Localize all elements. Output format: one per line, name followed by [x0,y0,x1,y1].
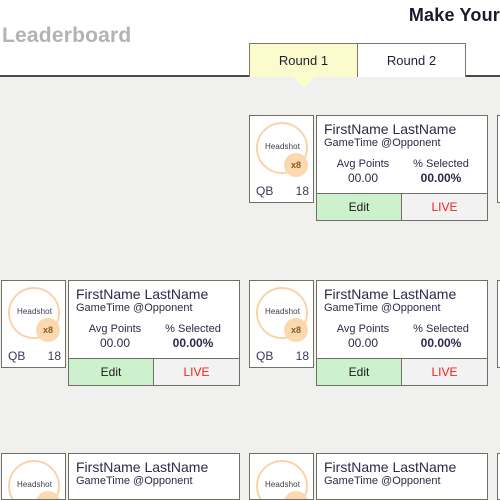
player-card[interactable]: Headshot x8 QB 18 FirstName LastName Gam… [1,280,240,386]
app-header: Make Your Leaderboard Round 1 Round 2 [0,0,500,88]
headshot-placeholder-label: Headshot [264,142,301,151]
player-card[interactable]: Headshot x8 QB 18 FirstName LastName Gam… [249,280,488,386]
headshot-placeholder-label: Headshot [16,480,53,489]
player-info-box: FirstName LastName GameTime @Opponent Av… [68,280,240,386]
player-card[interactable]: Headshot x8 FirstName LastName GameTime … [249,453,488,500]
stat-avg-points-value: 00.00 [99,336,131,351]
player-stats: Avg Points 00.00 % Selected 00.00% [76,322,232,355]
headshot-box: Headshot x8 [1,453,66,500]
player-info-top: FirstName LastName GameTime @Opponent [69,454,239,492]
player-jersey-number: 18 [295,184,309,198]
player-name: FirstName LastName [324,459,457,475]
position-row: QB 18 [250,349,313,363]
tab-round-2[interactable]: Round 2 [357,43,466,77]
round-tabs: Round 1 Round 2 [249,43,466,88]
stat-pct-selected-value: 00.00% [420,171,462,186]
stat-pct-selected-label: % Selected [165,322,221,335]
stat-avg-points-value: 00.00 [347,171,379,186]
player-info-box: FirstName LastName GameTime @Opponent [316,453,488,500]
stat-pct-selected-value: 00.00% [172,336,214,351]
card-actions: Edit LIVE [317,357,487,385]
headshot-placeholder-label: Headshot [264,480,301,489]
player-jersey-number: 18 [295,349,309,363]
player-info-top: FirstName LastName GameTime @Opponent Av… [69,281,239,358]
stat-avg-points: Avg Points 00.00 [324,157,402,187]
page-title: Make Your [408,5,500,25]
player-position: QB [8,349,26,363]
player-game-line: GameTime @Opponent [324,475,441,488]
edit-button[interactable]: Edit [317,358,402,385]
player-info-top: FirstName LastName GameTime @Opponent Av… [317,116,487,193]
stat-pct-selected-label: % Selected [413,157,469,170]
stat-pct-selected-label: % Selected [413,322,469,335]
stat-pct-selected: % Selected 00.00% [154,322,232,352]
stat-pct-selected: % Selected 00.00% [402,157,480,187]
player-board: Headshot x8 QB 18 FirstName LastName Gam… [0,77,500,500]
player-row: Headshot x8 QB 18 FirstName LastName Gam… [0,280,500,386]
live-button[interactable]: LIVE [402,193,487,220]
headshot-box: Headshot x8 [249,453,314,500]
tab-round-1-label: Round 1 [278,53,329,68]
player-info-box: FirstName LastName GameTime @Opponent Av… [316,280,488,386]
position-row: QB 18 [2,349,65,363]
player-row: Headshot x8 QB 18 FirstName LastName Gam… [0,115,500,221]
player-position: QB [256,184,274,198]
multiplier-badge: x8 [284,153,308,177]
player-name: FirstName LastName [76,459,209,475]
player-info-top: FirstName LastName GameTime @Opponent [317,454,487,492]
stat-avg-points-label: Avg Points [336,157,390,170]
stat-pct-selected: % Selected 00.00% [402,322,480,352]
stat-avg-points-label: Avg Points [88,322,142,335]
player-stats: Avg Points 00.00 % Selected 00.00% [324,157,480,190]
stat-pct-selected-value: 00.00% [420,336,462,351]
headshot-box: Headshot x8 QB 18 [249,115,314,203]
headshot-box: Headshot x8 QB 18 [249,280,314,368]
card-actions: Edit LIVE [69,357,239,385]
player-row: Headshot x8 FirstName LastName GameTime … [0,453,500,500]
position-row: QB 18 [250,184,313,198]
live-button[interactable]: LIVE [402,358,487,385]
card-actions: Edit LIVE [317,192,487,220]
multiplier-badge: x8 [284,318,308,342]
stat-avg-points-label: Avg Points [336,322,390,335]
edit-button[interactable]: Edit [317,193,402,220]
headshot-placeholder-label: Headshot [264,307,301,316]
player-info-top: FirstName LastName GameTime @Opponent Av… [317,281,487,358]
player-game-line: GameTime @Opponent [324,137,441,150]
stat-avg-points-value: 00.00 [347,336,379,351]
player-position: QB [256,349,274,363]
tab-round-2-label: Round 2 [386,53,437,68]
headshot-box: Headshot x8 QB 18 [1,280,66,368]
player-game-line: GameTime @Opponent [324,302,441,315]
player-game-line: GameTime @Opponent [76,475,193,488]
player-card[interactable]: Headshot x8 FirstName LastName GameTime … [1,453,240,500]
player-name: FirstName LastName [324,121,457,137]
player-game-line: GameTime @Opponent [76,302,193,315]
live-button[interactable]: LIVE [154,358,239,385]
multiplier-badge: x8 [36,318,60,342]
player-name: FirstName LastName [76,286,209,302]
leaderboard-heading: Leaderboard [2,24,132,47]
tab-round-1[interactable]: Round 1 [249,43,358,88]
player-info-box: FirstName LastName GameTime @Opponent Av… [316,115,488,221]
headshot-placeholder-label: Headshot [16,307,53,316]
stat-avg-points: Avg Points 00.00 [76,322,154,352]
player-stats: Avg Points 00.00 % Selected 00.00% [324,322,480,355]
player-name: FirstName LastName [324,286,457,302]
edit-button[interactable]: Edit [69,358,154,385]
player-info-box: FirstName LastName GameTime @Opponent [68,453,240,500]
player-card[interactable]: Headshot x8 QB 18 FirstName LastName Gam… [249,115,488,221]
stat-avg-points: Avg Points 00.00 [324,322,402,352]
player-jersey-number: 18 [47,349,61,363]
